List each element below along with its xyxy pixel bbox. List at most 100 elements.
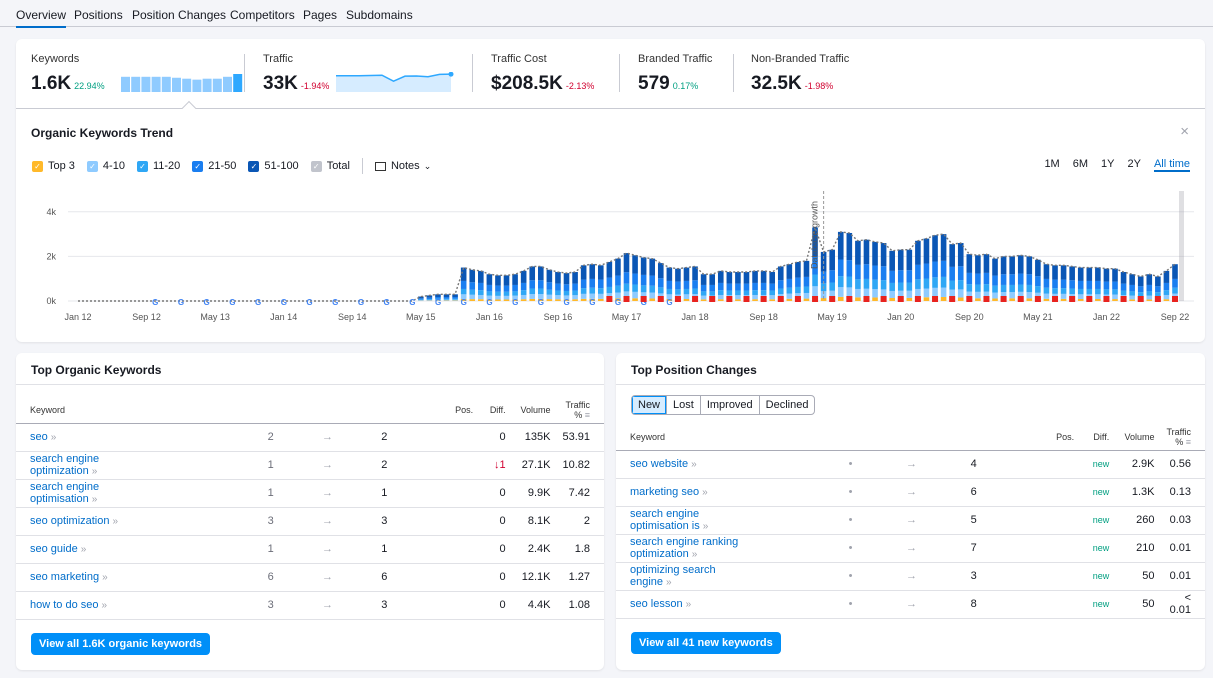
bar-segment-51-100[interactable] (1137, 276, 1144, 287)
bar-segment-21-50[interactable] (1155, 286, 1161, 293)
bar-segment-11-20[interactable] (1146, 291, 1153, 296)
bar-segment-11-20[interactable] (803, 286, 810, 293)
bar-segment-51-100[interactable] (675, 268, 681, 282)
bar-segment-51-100[interactable] (1052, 265, 1058, 280)
table-row[interactable]: seo marketing» 6 → 6 0 12.1K 1.27 (16, 563, 604, 592)
google-update-icon[interactable]: G (281, 298, 287, 307)
bar-segment-21-50[interactable] (692, 280, 698, 289)
range-1m[interactable]: 1M (1044, 158, 1059, 172)
flag-icon[interactable] (1052, 296, 1059, 302)
bar-segment-11-20[interactable] (897, 282, 904, 291)
bar-segment-21-50[interactable] (452, 296, 458, 299)
range-2y[interactable]: 2Y (1127, 158, 1140, 172)
bar-segment-21-50[interactable] (1146, 284, 1153, 292)
bar-segment-11-20[interactable] (692, 288, 698, 295)
flag-icon[interactable] (623, 296, 630, 302)
flag-icon[interactable] (1103, 296, 1110, 302)
bar-segment-21-50[interactable] (589, 278, 596, 288)
bar-segment-51-100[interactable] (589, 264, 596, 279)
bar-segment-21-50[interactable] (966, 272, 973, 285)
chevron-right-icon[interactable]: » (686, 599, 692, 610)
bar-segment-21-50[interactable] (1086, 280, 1093, 289)
bar-segment-top3[interactable] (803, 298, 810, 301)
bar-segment-21-50[interactable] (932, 261, 938, 278)
chevron-right-icon[interactable]: » (102, 572, 108, 583)
bar-segment-21-50[interactable] (923, 263, 930, 279)
bar-segment-4-10[interactable] (957, 289, 964, 298)
bar-segment-21-50[interactable] (769, 283, 775, 291)
bar-segment-11-20[interactable] (915, 279, 921, 289)
bar-segment-21-50[interactable] (1043, 278, 1050, 288)
bar-segment-4-10[interactable] (700, 295, 707, 300)
bar-segment-11-20[interactable] (418, 299, 424, 301)
bar-segment-11-20[interactable] (623, 283, 630, 292)
bar-segment-51-100[interactable] (906, 249, 913, 271)
bar-segment-4-10[interactable] (1043, 293, 1050, 299)
bar-segment-11-20[interactable] (657, 287, 664, 294)
bar-segment-21-50[interactable] (503, 285, 510, 292)
bar-segment-11-20[interactable] (615, 285, 621, 293)
bar-segment-21-50[interactable] (555, 283, 561, 291)
flag-icon[interactable] (1172, 296, 1178, 302)
bar-segment-11-20[interactable] (1077, 288, 1084, 295)
bar-segment-11-20[interactable] (572, 290, 578, 296)
bar-segment-51-100[interactable] (640, 257, 647, 275)
bar-segment-11-20[interactable] (992, 285, 998, 293)
metric-keywords[interactable]: Keywords 1.6K 22.94% (31, 53, 243, 94)
google-update-icon[interactable]: G (666, 298, 672, 307)
bar-segment-21-50[interactable] (717, 282, 724, 291)
bar-segment-51-100[interactable] (897, 249, 904, 271)
google-update-icon[interactable]: G (512, 298, 518, 307)
bar-segment-21-50[interactable] (597, 279, 604, 289)
bar-segment-21-50[interactable] (1120, 283, 1127, 291)
bar-segment-51-100[interactable] (1000, 256, 1007, 275)
bar-segment-21-50[interactable] (855, 264, 861, 280)
bar-segment-51-100[interactable] (743, 272, 750, 284)
bar-segment-top3[interactable] (555, 299, 561, 301)
bar-segment-11-20[interactable] (1009, 284, 1015, 293)
bar-segment-51-100[interactable] (889, 250, 895, 271)
bar-segment-21-50[interactable] (460, 280, 467, 289)
keyword-link[interactable]: seo website (630, 458, 688, 470)
flag-icon[interactable] (606, 296, 613, 302)
bar-segment-51-100[interactable] (983, 254, 990, 273)
bar-segment-21-50[interactable] (520, 282, 527, 291)
bar-segment-11-20[interactable] (520, 290, 527, 295)
bar-segment-51-100[interactable] (915, 240, 921, 265)
table-row[interactable]: optimizing search engine» • → 3 new 50 0… (616, 562, 1205, 591)
view-all-organic-keywords-button[interactable]: View all 1.6K organic keywords (31, 633, 211, 655)
bar-segment-51-100[interactable] (880, 243, 887, 267)
table-row[interactable]: search engine ranking optimization» • → … (616, 534, 1205, 563)
bar-segment-top3[interactable] (597, 298, 604, 301)
bar-segment-4-10[interactable] (992, 292, 998, 299)
flag-icon[interactable] (709, 296, 716, 302)
bar-segment-11-20[interactable] (1112, 289, 1118, 295)
bar-segment-4-10[interactable] (478, 294, 484, 300)
bar-segment-11-20[interactable] (649, 285, 656, 293)
bar-segment-4-10[interactable] (735, 295, 741, 300)
bar-segment-11-20[interactable] (726, 290, 733, 296)
bar-segment-21-50[interactable] (1035, 276, 1041, 287)
bar-segment-4-10[interactable] (572, 295, 578, 300)
bar-segment-51-100[interactable] (666, 267, 673, 281)
bar-segment-51-100[interactable] (829, 249, 835, 271)
bar-segment-11-20[interactable] (606, 286, 613, 294)
bar-segment-11-20[interactable] (443, 298, 450, 300)
bar-segment-4-10[interactable] (520, 294, 527, 300)
range-6m[interactable]: 6M (1073, 158, 1088, 172)
bar-segment-51-100[interactable] (512, 274, 518, 285)
bar-segment-51-100[interactable] (717, 270, 724, 283)
bar-segment-11-20[interactable] (837, 276, 844, 288)
bar-segment-21-50[interactable] (777, 280, 784, 289)
google-update-icon[interactable]: G (538, 298, 544, 307)
bar-segment-4-10[interactable] (812, 286, 818, 297)
bar-segment-4-10[interactable] (683, 294, 690, 299)
bar-segment-11-20[interactable] (923, 278, 930, 289)
bar-segment-51-100[interactable] (546, 269, 553, 283)
bar-segment-51-100[interactable] (1095, 267, 1101, 281)
bar-segment-11-20[interactable] (469, 289, 476, 295)
bar-segment-11-20[interactable] (1120, 290, 1127, 296)
bar-segment-4-10[interactable] (1060, 293, 1067, 299)
metric-traffic-cost[interactable]: Traffic Cost $208.5K -2.13% (491, 53, 594, 94)
bar-segment-21-50[interactable] (846, 260, 853, 277)
